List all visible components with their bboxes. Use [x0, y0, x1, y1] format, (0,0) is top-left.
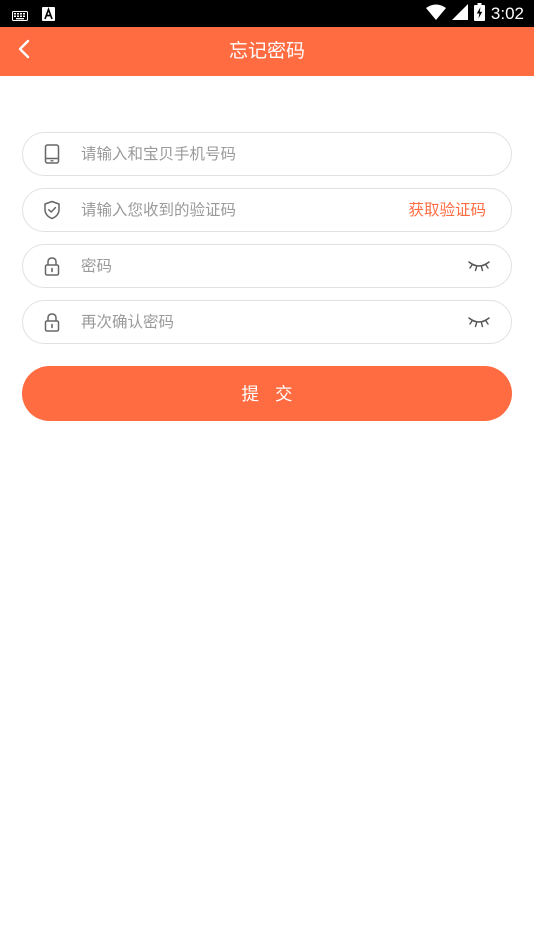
lock-icon — [42, 256, 62, 276]
phone-field — [22, 132, 512, 176]
code-input[interactable] — [81, 189, 381, 230]
app-bar: 忘记密码 — [0, 27, 534, 76]
status-left — [12, 6, 55, 25]
code-field: 获取验证码 — [22, 188, 512, 232]
phone-icon — [42, 144, 62, 164]
back-button[interactable] — [4, 31, 44, 71]
keyboard-icon — [12, 6, 28, 25]
page-title: 忘记密码 — [228, 40, 305, 62]
battery-charging-icon — [473, 3, 485, 25]
wifi-icon — [425, 4, 446, 24]
get-code-button[interactable]: 获取验证码 — [408, 189, 486, 230]
signal-icon — [451, 4, 468, 24]
confirm-password-input[interactable] — [81, 301, 381, 342]
shield-icon — [42, 200, 62, 220]
lock-icon — [42, 312, 62, 332]
phone-input[interactable] — [81, 133, 381, 174]
eye-closed-icon[interactable] — [466, 311, 492, 333]
status-bar: 3:02 — [0, 0, 534, 27]
confirm-password-field — [22, 300, 512, 344]
submit-button[interactable]: 提交 — [22, 366, 512, 421]
password-field — [22, 244, 512, 288]
a-notification-icon — [42, 6, 55, 25]
password-input[interactable] — [81, 245, 381, 286]
chevron-left-icon — [17, 39, 31, 63]
status-time: 3:02 — [490, 4, 524, 23]
eye-closed-icon[interactable] — [466, 255, 492, 277]
status-right: 3:02 — [425, 2, 524, 26]
